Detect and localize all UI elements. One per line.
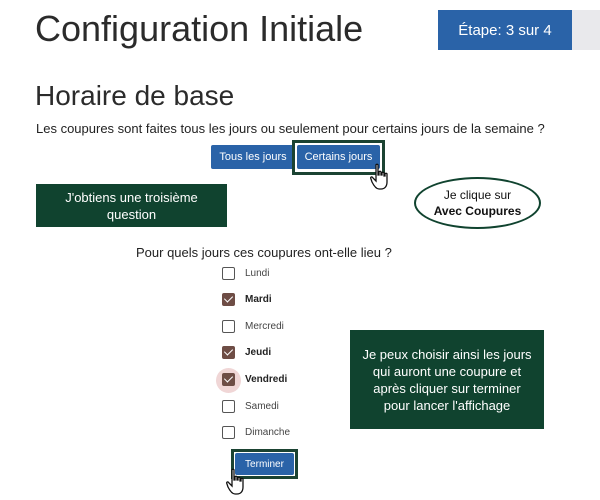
day-label-jeudi: Jeudi bbox=[245, 346, 272, 358]
day-label-mercredi: Mercredi bbox=[245, 320, 284, 332]
checkbox-mardi[interactable] bbox=[222, 292, 235, 306]
question-which-days: Pour quels jours ces coupures ont-elle l… bbox=[136, 245, 392, 260]
day-label-lundi: Lundi bbox=[245, 267, 270, 279]
checkbox-dimanche[interactable] bbox=[222, 425, 235, 439]
day-label-dimanche: Dimanche bbox=[245, 426, 291, 438]
annotation-choose-days: Je peux choisir ainsi les jours qui auro… bbox=[350, 330, 544, 429]
annotation-third-question: J'obtiens une troisième question bbox=[36, 184, 227, 227]
day-option-jeudi[interactable]: Jeudi bbox=[222, 343, 271, 361]
step-badge: Étape: 3 sur 4 bbox=[438, 10, 572, 50]
checkbox-samedi[interactable] bbox=[222, 399, 235, 413]
bubble-line-2: Avec Coupures bbox=[433, 204, 522, 218]
annotation-bubble: Je clique sur Avec Coupures bbox=[414, 177, 541, 229]
day-label-samedi: Samedi bbox=[245, 400, 279, 412]
certain-days-button[interactable]: Certains jours bbox=[297, 145, 380, 169]
day-option-samedi[interactable]: Samedi bbox=[222, 397, 279, 415]
bubble-line-1: Je clique sur bbox=[443, 188, 512, 202]
day-option-vendredi[interactable]: Vendredi bbox=[222, 370, 287, 388]
day-label-vendredi: Vendredi bbox=[245, 373, 288, 385]
day-option-lundi[interactable]: Lundi bbox=[222, 264, 269, 282]
every-day-button[interactable]: Tous les jours bbox=[211, 145, 295, 169]
day-option-dimanche[interactable]: Dimanche bbox=[222, 423, 290, 441]
question-cut-frequency: Les coupures sont faites tous les jours … bbox=[36, 121, 545, 136]
checkbox-mercredi[interactable] bbox=[222, 319, 235, 333]
checkbox-lundi[interactable] bbox=[222, 266, 235, 280]
hand-cursor-icon bbox=[370, 163, 388, 190]
section-title: Horaire de base bbox=[35, 80, 235, 111]
day-option-mercredi[interactable]: Mercredi bbox=[222, 317, 284, 335]
checkbox-jeudi[interactable] bbox=[222, 345, 235, 359]
checkbox-vendredi[interactable] bbox=[222, 372, 235, 386]
page-title: Configuration Initiale bbox=[35, 8, 364, 49]
day-option-mardi[interactable]: Mardi bbox=[222, 290, 272, 308]
hand-cursor-icon bbox=[226, 468, 244, 495]
day-label-mardi: Mardi bbox=[245, 293, 272, 305]
